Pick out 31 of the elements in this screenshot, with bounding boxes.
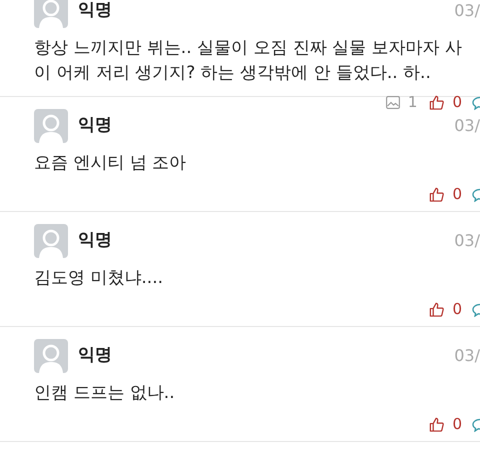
thumbs-up-icon[interactable] xyxy=(429,95,444,110)
post-date: 03/ xyxy=(454,115,480,137)
comment-icon[interactable] xyxy=(472,95,480,110)
post-date: 03/ xyxy=(454,0,480,22)
like-count: 0 xyxy=(452,299,462,320)
post-text-line: 요즘 엔시티 넘 조아 xyxy=(34,152,186,175)
avatar-icon xyxy=(34,224,68,258)
post-text-line: 항상 느끼지만 뷔는.. 실물이 오짐 진짜 실물 보자마자 사 xyxy=(34,37,462,60)
author-name: 익명 xyxy=(78,229,113,252)
image-icon xyxy=(386,96,400,109)
post-date: 03/ xyxy=(454,230,480,252)
thumbs-up-icon[interactable] xyxy=(429,302,444,317)
avatar-icon xyxy=(34,109,68,143)
post-text-line: 김도영 미쳤냐.... xyxy=(34,267,164,290)
post-text-line: 인캠 드프는 없나.. xyxy=(34,382,175,405)
thumbs-up-icon[interactable] xyxy=(429,417,444,432)
thumbs-up-icon[interactable] xyxy=(429,187,444,202)
author-name: 익명 xyxy=(78,0,113,22)
like-count: 0 xyxy=(452,414,462,436)
like-count: 0 xyxy=(452,92,462,114)
post-date: 03/ xyxy=(454,345,480,367)
post-text-line: 이 어케 저리 생기지? 하는 생각밖에 안 들었다.. 하.. xyxy=(34,62,431,85)
avatar-icon xyxy=(34,0,68,28)
image-count: 1 xyxy=(408,92,418,114)
like-count: 0 xyxy=(452,184,462,206)
comment-icon[interactable] xyxy=(472,187,480,202)
comment-icon[interactable] xyxy=(472,302,480,317)
author-name: 익명 xyxy=(78,344,113,368)
comment-icon[interactable] xyxy=(472,417,480,432)
author-name: 익명 xyxy=(78,114,113,138)
avatar-icon xyxy=(34,339,68,373)
